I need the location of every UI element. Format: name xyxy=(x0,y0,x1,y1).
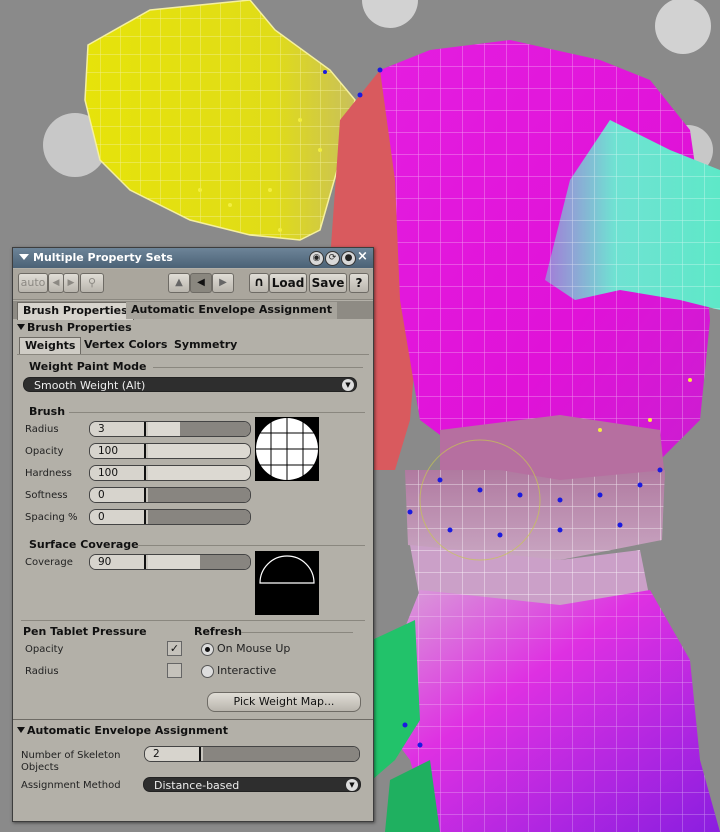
chevron-down-icon: ▼ xyxy=(342,379,354,391)
skeleton-objects-value[interactable]: 2 xyxy=(145,747,201,761)
radius-slider[interactable]: 3 xyxy=(89,421,251,437)
surface-coverage-title: Surface Coverage xyxy=(29,538,139,551)
hardness-slider[interactable]: 100 xyxy=(89,465,251,481)
refresh-interactive-label[interactable]: Interactive xyxy=(217,664,276,677)
envelope-section-header-label: Automatic Envelope Assignment xyxy=(27,724,228,737)
pen-opacity-label: Opacity xyxy=(25,644,64,655)
next-preset-button[interactable]: ▶ xyxy=(63,273,79,293)
pick-weight-map-button[interactable]: Pick Weight Map... xyxy=(207,692,361,712)
subtab-vertex-colors[interactable]: Vertex Colors xyxy=(79,337,172,354)
load-button[interactable]: Load xyxy=(269,273,307,293)
refresh-on-mouse-up-radio[interactable] xyxy=(201,643,214,656)
weight-paint-mode-dropdown[interactable]: Smooth Weight (Alt) ▼ xyxy=(23,377,357,392)
softness-slider[interactable]: 0 xyxy=(89,487,251,503)
property-tabs: Brush Properties Automatic Envelope Assi… xyxy=(13,301,373,320)
coverage-label: Coverage xyxy=(25,557,73,568)
hardness-value[interactable]: 100 xyxy=(90,466,146,480)
skeleton-objects-slider[interactable]: 2 xyxy=(144,746,360,762)
collapse-triangle-icon[interactable] xyxy=(19,254,29,260)
auto-button[interactable]: auto xyxy=(18,273,48,293)
move-left-button[interactable]: ◀ xyxy=(190,273,212,293)
refresh-interactive-radio[interactable] xyxy=(201,665,214,678)
expand-triangle-icon xyxy=(17,324,25,330)
move-up-button[interactable]: ▲ xyxy=(168,273,190,293)
subtab-symmetry[interactable]: Symmetry xyxy=(169,337,242,354)
prev-preset-button[interactable]: ◀ xyxy=(48,273,64,293)
expand-triangle-icon xyxy=(17,727,25,733)
opacity-slider[interactable]: 100 xyxy=(89,443,251,459)
spacing-label: Spacing % xyxy=(25,512,78,523)
skeleton-objects-label-line1: Number of Skeleton xyxy=(21,750,121,761)
panel-toolbar: auto ◀ ▶ ⚲ ▲ ◀ ▶ ∩ Load Save ? xyxy=(13,269,373,300)
radius-value[interactable]: 3 xyxy=(90,422,146,436)
eyes-icon[interactable]: ◉ xyxy=(309,251,324,266)
pen-radius-checkbox[interactable] xyxy=(167,663,182,678)
assignment-method-dropdown[interactable]: Distance-based ▼ xyxy=(143,777,361,792)
opacity-label: Opacity xyxy=(25,446,64,457)
radius-track xyxy=(180,422,250,436)
opacity-value[interactable]: 100 xyxy=(90,444,146,458)
softness-value[interactable]: 0 xyxy=(90,488,146,502)
magnet-icon[interactable]: ∩ xyxy=(249,273,269,293)
radius-fill xyxy=(148,422,180,436)
coverage-preview xyxy=(255,551,319,615)
pen-tablet-title: Pen Tablet Pressure xyxy=(23,625,147,638)
weight-paint-mode-divider xyxy=(153,367,363,368)
brush-properties-header-label: Brush Properties xyxy=(27,321,132,334)
skeleton-objects-track xyxy=(203,747,359,761)
section-divider xyxy=(13,719,373,720)
weight-paint-mode-title: Weight Paint Mode xyxy=(29,360,147,373)
multiple-property-sets-panel: Multiple Property Sets ◉ ⟳ ● × auto ◀ ▶ … xyxy=(12,247,374,822)
radius-label: Radius xyxy=(25,424,59,435)
coverage-slider[interactable]: 90 xyxy=(89,554,251,570)
refresh-icon[interactable]: ⟳ xyxy=(325,251,340,266)
surface-coverage-divider xyxy=(135,545,365,546)
panel-titlebar[interactable]: Multiple Property Sets ◉ ⟳ ● × xyxy=(13,248,373,268)
coverage-fill xyxy=(148,555,200,569)
softness-track xyxy=(148,488,250,502)
refresh-on-mouse-up-label[interactable]: On Mouse Up xyxy=(217,642,290,655)
brush-group-title: Brush xyxy=(29,405,66,418)
brush-preview xyxy=(255,417,319,481)
skeleton-objects-label-line2: Objects xyxy=(21,762,59,773)
coverage-value[interactable]: 90 xyxy=(90,555,146,569)
pen-radius-label: Radius xyxy=(25,666,59,677)
coverage-bottom-divider xyxy=(21,620,365,621)
weight-paint-mode-value: Smooth Weight (Alt) xyxy=(34,379,146,392)
spacing-value[interactable]: 0 xyxy=(90,510,146,524)
envelope-section-header[interactable]: Automatic Envelope Assignment xyxy=(15,723,371,739)
subtab-divider xyxy=(17,354,369,355)
tab-brush-properties[interactable]: Brush Properties xyxy=(17,302,134,320)
hardness-fill xyxy=(148,466,250,480)
close-icon[interactable]: × xyxy=(357,249,368,264)
pen-opacity-checkbox[interactable]: ✓ xyxy=(167,641,182,656)
help-button[interactable]: ? xyxy=(349,273,369,293)
brush-properties-header[interactable]: Brush Properties xyxy=(15,320,371,336)
spacing-track xyxy=(148,510,250,524)
refresh-title: Refresh xyxy=(194,625,242,638)
assignment-method-value: Distance-based xyxy=(154,779,240,792)
pin-icon[interactable]: ● xyxy=(341,251,356,266)
opacity-fill xyxy=(148,444,250,458)
assignment-method-label: Assignment Method xyxy=(21,780,121,791)
save-button[interactable]: Save xyxy=(309,273,347,293)
spacing-slider[interactable]: 0 xyxy=(89,509,251,525)
tab-automatic-envelope-assignment[interactable]: Automatic Envelope Assignment xyxy=(126,302,337,319)
subtab-weights[interactable]: Weights xyxy=(19,337,82,355)
hardness-label: Hardness xyxy=(25,468,72,479)
chevron-down-icon: ▼ xyxy=(346,779,358,791)
brush-subtabs: Weights Vertex Colors Symmetry xyxy=(15,337,371,355)
brush-group-divider xyxy=(69,412,365,413)
panel-title: Multiple Property Sets xyxy=(33,251,173,264)
move-right-button[interactable]: ▶ xyxy=(212,273,234,293)
softness-label: Softness xyxy=(25,490,68,501)
refresh-divider xyxy=(241,632,353,633)
search-icon[interactable]: ⚲ xyxy=(80,273,104,293)
coverage-track xyxy=(200,555,250,569)
